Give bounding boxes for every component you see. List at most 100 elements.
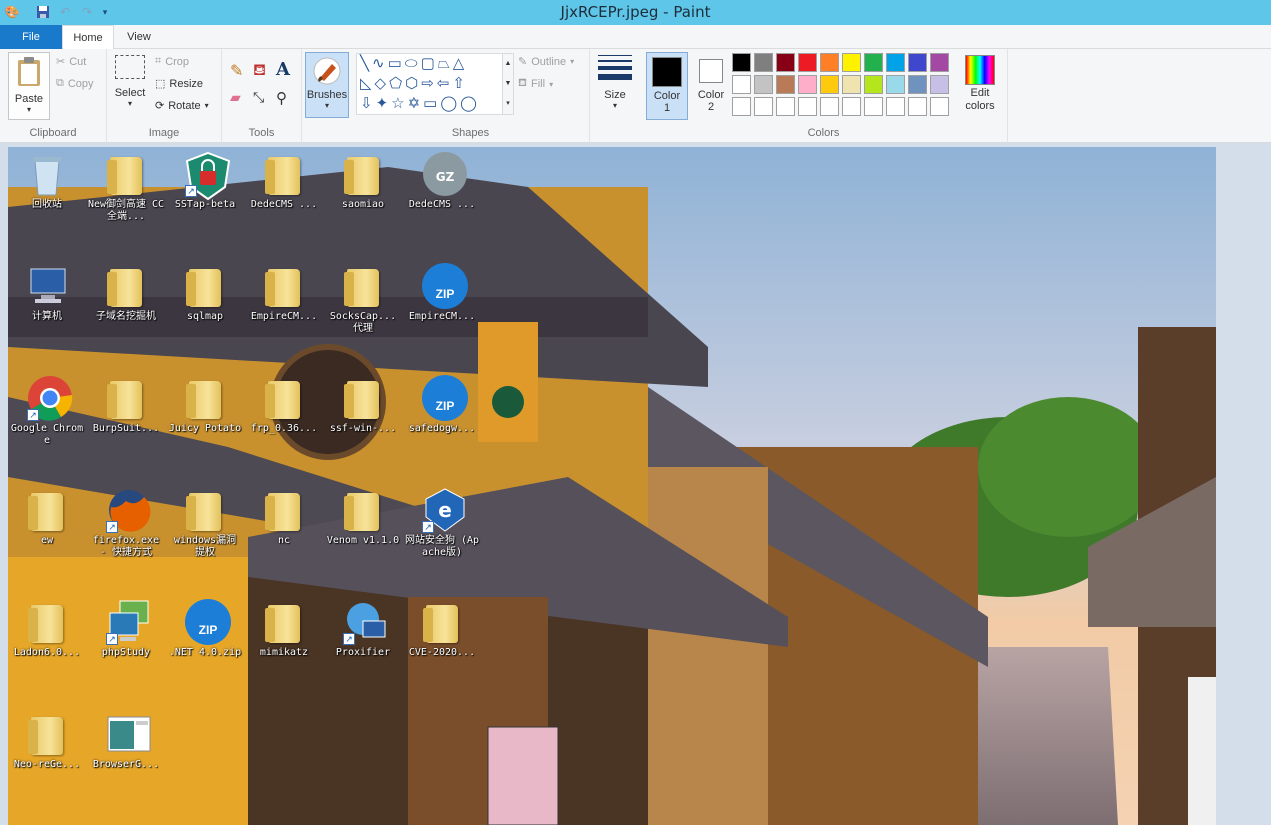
palette-swatch[interactable] <box>776 53 795 72</box>
desktop-icon[interactable]: sqlmap <box>166 263 244 323</box>
palette-swatch[interactable] <box>798 53 817 72</box>
desktop-icon[interactable]: BrowserG... <box>87 711 165 771</box>
palette-swatch[interactable] <box>864 97 883 116</box>
palette-swatch[interactable] <box>842 53 861 72</box>
desktop-icon[interactable]: ↗ Google Chrome <box>8 375 86 447</box>
palette-swatch[interactable] <box>732 97 751 116</box>
shapes-gallery[interactable]: ╲∿▭⬭▢⏢△ ◺◇⬠⬡⇨⇦⇧ ⇩✦☆✡▭◯◯ <box>356 53 504 115</box>
palette-swatch[interactable] <box>732 75 751 94</box>
desktop-icon[interactable]: ZIP EmpireCM... <box>403 263 481 323</box>
paste-button[interactable]: Paste ▾ <box>8 52 50 120</box>
palette-swatch[interactable] <box>886 53 905 72</box>
desktop-icon[interactable]: Venom v1.1.0 <box>324 487 402 547</box>
palette-swatch[interactable] <box>776 75 795 94</box>
copy-button[interactable]: ⧉ Copy <box>56 77 94 90</box>
desktop-icon[interactable]: ↗ firefox.exe - 快捷方式 <box>87 487 165 559</box>
brushes-button[interactable]: Brushes ▾ <box>305 52 349 118</box>
color2-swatch <box>699 59 723 83</box>
palette-swatch[interactable] <box>842 97 861 116</box>
desktop-icon[interactable]: ew <box>8 487 86 547</box>
canvas-image[interactable]: 回收站 New御剑高速 CC全端... ↗ SSTap-beta DedeCMS ...… <box>8 147 1216 825</box>
magnifier-icon[interactable]: ⚲ <box>276 89 287 107</box>
palette-swatch[interactable] <box>820 97 839 116</box>
desktop-icon[interactable]: e ↗ 网站安全狗 (Apache版) <box>403 487 481 559</box>
window-title: JjxRCEPr.jpeg - Paint <box>560 3 711 21</box>
copy-label: Copy <box>67 77 94 90</box>
color-picker-icon[interactable]: ⤡ <box>253 89 264 106</box>
outline-button[interactable]: ✎ Outline ▾ <box>518 55 574 69</box>
desktop-icon-label: Venom v1.1.0 <box>326 535 400 546</box>
image-group-label: Image <box>148 127 180 139</box>
eraser-icon[interactable]: ▰ <box>230 89 241 106</box>
tab-view[interactable]: View <box>116 25 162 49</box>
palette-swatch[interactable] <box>798 97 817 116</box>
desktop-icon[interactable]: BurpSuit... <box>87 375 165 435</box>
desktop-icon[interactable]: New御剑高速 CC全端... <box>87 151 165 223</box>
fill-bucket-icon[interactable]: ⛾ <box>253 61 266 81</box>
palette-swatch[interactable] <box>754 75 773 94</box>
fill-button[interactable]: ⛾ Fill ▾ <box>518 77 553 91</box>
edit-colors-button[interactable]: Edit colors <box>958 55 1002 113</box>
desktop-icon[interactable]: ZIP .NET 4.0.zip <box>166 599 244 659</box>
desktop-icon[interactable]: Neo-reGe... <box>8 711 86 771</box>
palette-swatch[interactable] <box>864 53 883 72</box>
resize-button[interactable]: ⬚ Resize <box>155 77 203 91</box>
palette-swatch[interactable] <box>908 75 927 94</box>
desktop-icon[interactable]: Juicy Potato <box>166 375 244 435</box>
desktop-icon[interactable]: ↗ phpStudy <box>87 599 165 659</box>
palette-swatch[interactable] <box>930 53 949 72</box>
desktop-icon[interactable]: mimikatz <box>245 599 323 659</box>
color2-button[interactable]: Color 2 <box>690 52 732 120</box>
crop-button[interactable]: ⌗ Crop <box>155 55 189 68</box>
text-icon[interactable]: A <box>276 59 290 80</box>
size-button[interactable]: Size ▾ <box>595 55 635 110</box>
tab-file[interactable]: File <box>0 25 62 49</box>
desktop-icon[interactable]: CVE-2020... <box>403 599 481 659</box>
desktop-icon[interactable]: ↗ Proxifier <box>324 599 402 659</box>
desktop-icon[interactable]: 计算机 <box>8 263 86 323</box>
palette-swatch[interactable] <box>886 97 905 116</box>
desktop-icon[interactable]: saomiao <box>324 151 402 211</box>
desktop-icon[interactable]: ZIP safedogw... <box>403 375 481 435</box>
palette-swatch[interactable] <box>732 53 751 72</box>
folder-icon <box>28 717 63 755</box>
shapes-scroll[interactable]: ▲ ▼ ▾ <box>502 53 514 115</box>
palette-swatch[interactable] <box>908 97 927 116</box>
folder-icon <box>28 493 63 531</box>
tools-group: ✎ ⛾ A ▰ ⤡ ⚲ Tools <box>222 49 302 143</box>
canvas-area[interactable]: 回收站 New御剑高速 CC全端... ↗ SSTap-beta DedeCMS ...… <box>0 143 1271 825</box>
palette-swatch[interactable] <box>886 75 905 94</box>
palette-swatch[interactable] <box>930 75 949 94</box>
desktop-icon[interactable]: 子域名挖掘机 <box>87 263 165 323</box>
pencil-icon[interactable]: ✎ <box>230 61 243 81</box>
palette-swatch[interactable] <box>820 75 839 94</box>
select-button[interactable]: Select ▾ <box>112 55 148 108</box>
tab-home[interactable]: Home <box>62 25 114 50</box>
desktop-icon[interactable]: windows漏洞 提权 <box>166 487 244 559</box>
desktop-icon[interactable]: nc <box>245 487 323 547</box>
palette-swatch[interactable] <box>798 75 817 94</box>
desktop-icon[interactable]: SocksCap... 代理 <box>324 263 402 335</box>
color1-button[interactable]: Color 1 <box>646 52 688 120</box>
desktop-icon[interactable]: frp_0.36... <box>245 375 323 435</box>
desktop-icon[interactable]: ssf-win-... <box>324 375 402 435</box>
folder-icon <box>106 375 146 421</box>
desktop-icon[interactable]: Ladon6.0... <box>8 599 86 659</box>
palette-swatch[interactable] <box>776 97 795 116</box>
palette-swatch[interactable] <box>820 53 839 72</box>
palette-swatch[interactable] <box>842 75 861 94</box>
palette-swatch[interactable] <box>754 97 773 116</box>
desktop-icon[interactable]: 回收站 <box>8 151 86 211</box>
palette-swatch[interactable] <box>908 53 927 72</box>
desktop-icon[interactable]: EmpireCM... <box>245 263 323 323</box>
palette-swatch[interactable] <box>754 53 773 72</box>
cut-button[interactable]: ✂ Cut <box>56 55 86 69</box>
palette-swatch[interactable] <box>930 97 949 116</box>
palette-swatch[interactable] <box>864 75 883 94</box>
desktop-icon[interactable]: GZ DedeCMS ... <box>403 151 481 211</box>
desktop-icon[interactable]: DedeCMS ... <box>245 151 323 211</box>
desktop-icon[interactable]: ↗ SSTap-beta <box>166 151 244 211</box>
folder-icon <box>264 263 304 309</box>
folder-icon <box>265 493 300 531</box>
rotate-button[interactable]: ⟳ Rotate ▾ <box>155 99 209 113</box>
